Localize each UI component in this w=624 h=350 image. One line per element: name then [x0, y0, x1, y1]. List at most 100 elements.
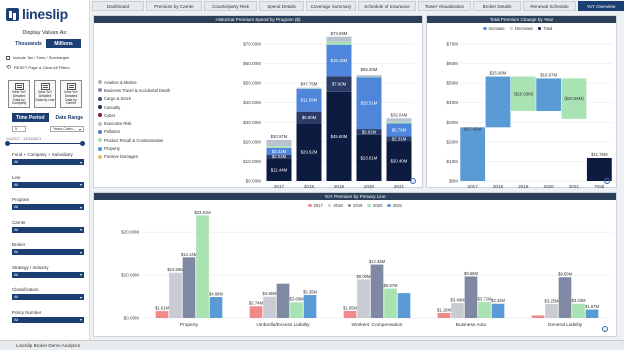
bar-data-label: $23.61M — [361, 155, 378, 160]
bar-data-label: $16.16M — [331, 58, 348, 63]
y-tick-label: $30M — [447, 120, 459, 125]
bar-segment[interactable] — [386, 118, 412, 122]
grouped-bar[interactable] — [370, 264, 384, 318]
grouped-bar[interactable] — [464, 276, 478, 318]
view-detail-buttons: View YoY Detailed Data by Company View Y… — [8, 80, 82, 108]
bar-data-label: $9.00M — [357, 274, 371, 279]
info-icon[interactable]: i — [604, 178, 610, 184]
table-icon — [14, 83, 24, 90]
grouped-bar[interactable] — [558, 277, 572, 318]
date-slider-track[interactable] — [6, 143, 84, 145]
grouped-bar[interactable] — [478, 302, 491, 318]
x-tick-label: 2017 — [468, 184, 479, 189]
bar-segment[interactable] — [296, 87, 322, 89]
date-slider-start-handle[interactable] — [5, 141, 10, 146]
grouped-bar[interactable] — [155, 311, 169, 318]
y-tick-label: $20M — [447, 139, 459, 144]
info-icon[interactable]: i — [410, 178, 416, 184]
reset-page-label: RESET Page & Clear All Filters — [14, 65, 70, 70]
tab-broker-details[interactable]: Broker Details — [473, 1, 521, 11]
include-tax-checkbox[interactable]: Include Tax / Fees / Surcharges — [6, 55, 69, 60]
y-tick-label: $10.00M — [243, 159, 261, 164]
waterfall-bar[interactable] — [536, 78, 562, 112]
bar-data-label: $4.96M — [263, 291, 277, 296]
thousands-toggle-button[interactable]: Thousands — [11, 39, 46, 48]
tab-tower-visualization[interactable]: Tower Visualization — [418, 1, 471, 11]
y-tick-label: $10.00M — [121, 273, 139, 278]
tab-schedule-of-insurance[interactable]: Schedule of Insurance — [358, 1, 416, 11]
filter-label: Line — [12, 174, 21, 180]
bar-data-label: $1.16M — [437, 308, 451, 313]
bar-data-label: $10.55M — [167, 267, 184, 272]
period-count-value: 5 — [15, 127, 17, 131]
grouped-bar[interactable] — [263, 296, 276, 318]
reset-page-button[interactable]: ⟲ RESET Page & Clear All Filters — [6, 64, 70, 71]
y-tick-label: $0M — [449, 179, 458, 184]
grouped-bar[interactable] — [343, 310, 357, 318]
grouped-bar[interactable] — [169, 272, 182, 318]
filter-select[interactable]: All ▾ — [12, 204, 84, 210]
grouped-bar[interactable] — [182, 257, 196, 318]
bar-segment[interactable] — [356, 75, 382, 77]
x-tick-label: Property — [180, 322, 199, 328]
chevron-down-icon: ▾ — [79, 317, 82, 322]
waterfall-bar[interactable] — [485, 76, 511, 128]
filter-select[interactable]: All ▾ — [12, 159, 84, 165]
time-period-button[interactable]: Time Period — [12, 113, 49, 122]
include-tax-label: Include Tax / Fees / Surcharges — [13, 55, 70, 60]
grouped-bar[interactable] — [491, 303, 505, 318]
view-by-company-button[interactable]: View YoY Detailed Data by Company — [8, 80, 30, 108]
grouped-bar[interactable] — [249, 306, 263, 318]
y-tick-label: $40.00M — [243, 100, 261, 105]
y-tick-label: $0.00M — [246, 179, 261, 184]
y-tick-label: $50M — [447, 81, 459, 86]
grouped-bar[interactable] — [290, 302, 303, 318]
chevron-down-icon: ▾ — [79, 272, 82, 277]
waterfall-bar[interactable] — [460, 127, 486, 181]
filter-select[interactable]: All ▾ — [12, 181, 84, 188]
bar-segment[interactable] — [266, 146, 292, 148]
grouped-bar[interactable] — [196, 215, 209, 318]
grouped-bar[interactable] — [572, 303, 585, 318]
tab-renewal-schedule[interactable]: Renewal Schedule — [523, 1, 576, 11]
bar-segment[interactable] — [326, 41, 352, 45]
tab-premium-by-carrier[interactable]: Premium by Carrier — [146, 1, 202, 11]
bar-data-label: $11.44M — [271, 167, 288, 172]
info-icon[interactable]: i — [602, 326, 608, 332]
grouped-bar[interactable] — [437, 313, 451, 318]
grouped-bar[interactable] — [303, 295, 317, 318]
view-by-line-button[interactable]: View YoY Detailed Data by Line — [34, 80, 56, 108]
view-by-carrier-button[interactable]: View YoY Detailed Data by Carrier — [60, 80, 82, 108]
bar-segment[interactable] — [326, 36, 352, 42]
grouped-bar[interactable] — [585, 309, 599, 318]
tab-coverage-summary[interactable]: Coverage Summary — [306, 1, 356, 11]
filter-select[interactable]: All ▾ — [12, 271, 84, 278]
tab-dashboard[interactable]: Dashboard — [92, 1, 144, 11]
grouped-bar[interactable] — [545, 304, 558, 318]
grouped-bar[interactable] — [397, 293, 411, 318]
bar-segment[interactable] — [266, 139, 292, 147]
grouped-bar[interactable] — [209, 297, 223, 318]
bar-data-label: $6.76M — [392, 127, 407, 132]
grouped-bar[interactable] — [451, 303, 464, 318]
tab-spend-details[interactable]: Spend Details — [259, 1, 304, 11]
filter-select[interactable]: All ▾ — [12, 294, 84, 300]
grouped-bar[interactable] — [384, 288, 397, 318]
grouped-bar[interactable] — [357, 279, 370, 318]
bar-segment[interactable] — [386, 121, 412, 124]
bar-data-label: $1.65M — [343, 305, 357, 310]
date-slider-end-handle[interactable] — [80, 141, 85, 146]
date-range-button[interactable]: Date Range — [51, 113, 88, 122]
period-unit-select[interactable]: Years-Calen... ▾ — [50, 126, 84, 132]
filter-select[interactable]: All ▾ — [12, 316, 84, 323]
x-tick-label: 2019 — [518, 184, 529, 189]
tab-counterparty-risk[interactable]: Counterparty Risk — [204, 1, 257, 11]
millions-toggle-button[interactable]: Millions — [46, 39, 81, 48]
tab-yoy-overview[interactable]: YoY Overview — [578, 1, 624, 11]
bar-total-label: $32.04M — [391, 112, 408, 117]
filter-select[interactable]: All ▾ — [12, 226, 84, 233]
period-count-select[interactable]: 5 — [12, 126, 26, 132]
grouped-bar[interactable] — [531, 315, 545, 318]
filter-select[interactable]: All ▾ — [12, 249, 84, 255]
grouped-bar[interactable] — [276, 283, 290, 318]
